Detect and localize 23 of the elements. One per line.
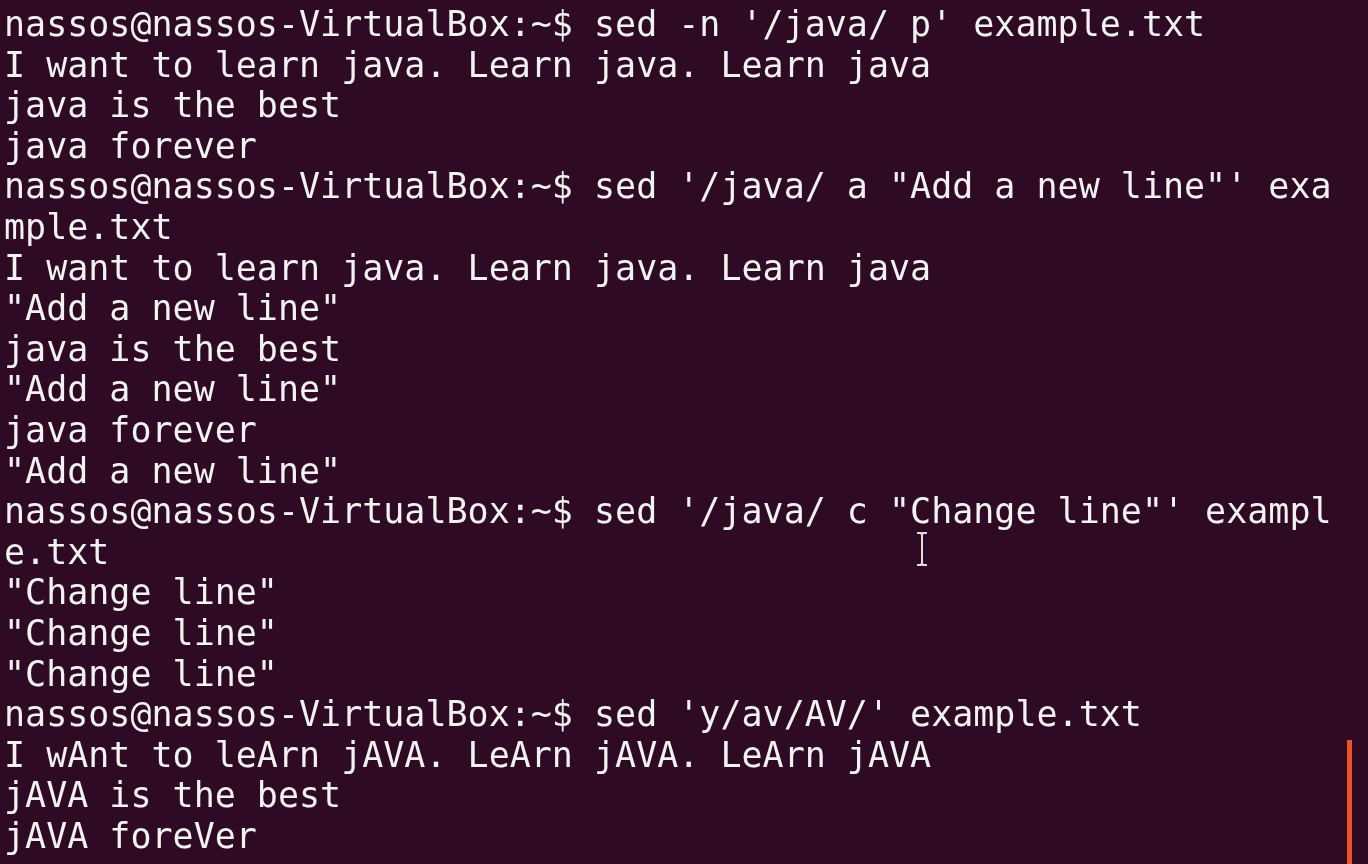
terminal-line: java forever (4, 125, 257, 167)
terminal-line: "Add a new line" (4, 450, 342, 492)
terminal-line: mple.txt (4, 206, 173, 248)
terminal-line: nassos@nassos-VirtualBox:~$ sed -n '/java/ p' example.txt (4, 4, 1206, 45)
terminal-line: "Add a new line" (4, 288, 342, 329)
terminal-line: java forever (4, 409, 257, 451)
terminal-line: e.txt (4, 531, 110, 573)
terminal-line: java is the best (4, 85, 342, 126)
terminal-line: "Add a new line" (4, 369, 342, 410)
terminal-line: nassos@nassos-VirtualBox:~$ sed '/java/ c "Change line"' exampl (4, 491, 1332, 532)
terminal-line: "Change line" (4, 572, 278, 613)
terminal-line: nassos@nassos-VirtualBox:~$ sed '/java/ a "Add a new line"' exa (4, 166, 1332, 207)
terminal-line: I want to learn java. Learn java. Learn java (4, 247, 932, 289)
terminal-line: jAVA foreVer (4, 815, 257, 857)
terminal-line: nassos@nassos-VirtualBox:~$ sed 'y/av/AV/' example.txt (4, 694, 1142, 735)
terminal-line: "Change line" (4, 653, 278, 695)
text-cursor-icon (915, 532, 929, 566)
terminal-line: jAVA is the best (4, 775, 342, 816)
terminal-line: I wAnt to leArn jAVA. LeArn jAVA. LeArn jAVA (4, 734, 932, 776)
terminal-line: "Change line" (4, 612, 278, 654)
scrollbar[interactable] (1347, 740, 1352, 864)
terminal-line: I want to learn java. Learn java. Learn java (4, 44, 932, 86)
terminal-line: java is the best (4, 328, 342, 370)
